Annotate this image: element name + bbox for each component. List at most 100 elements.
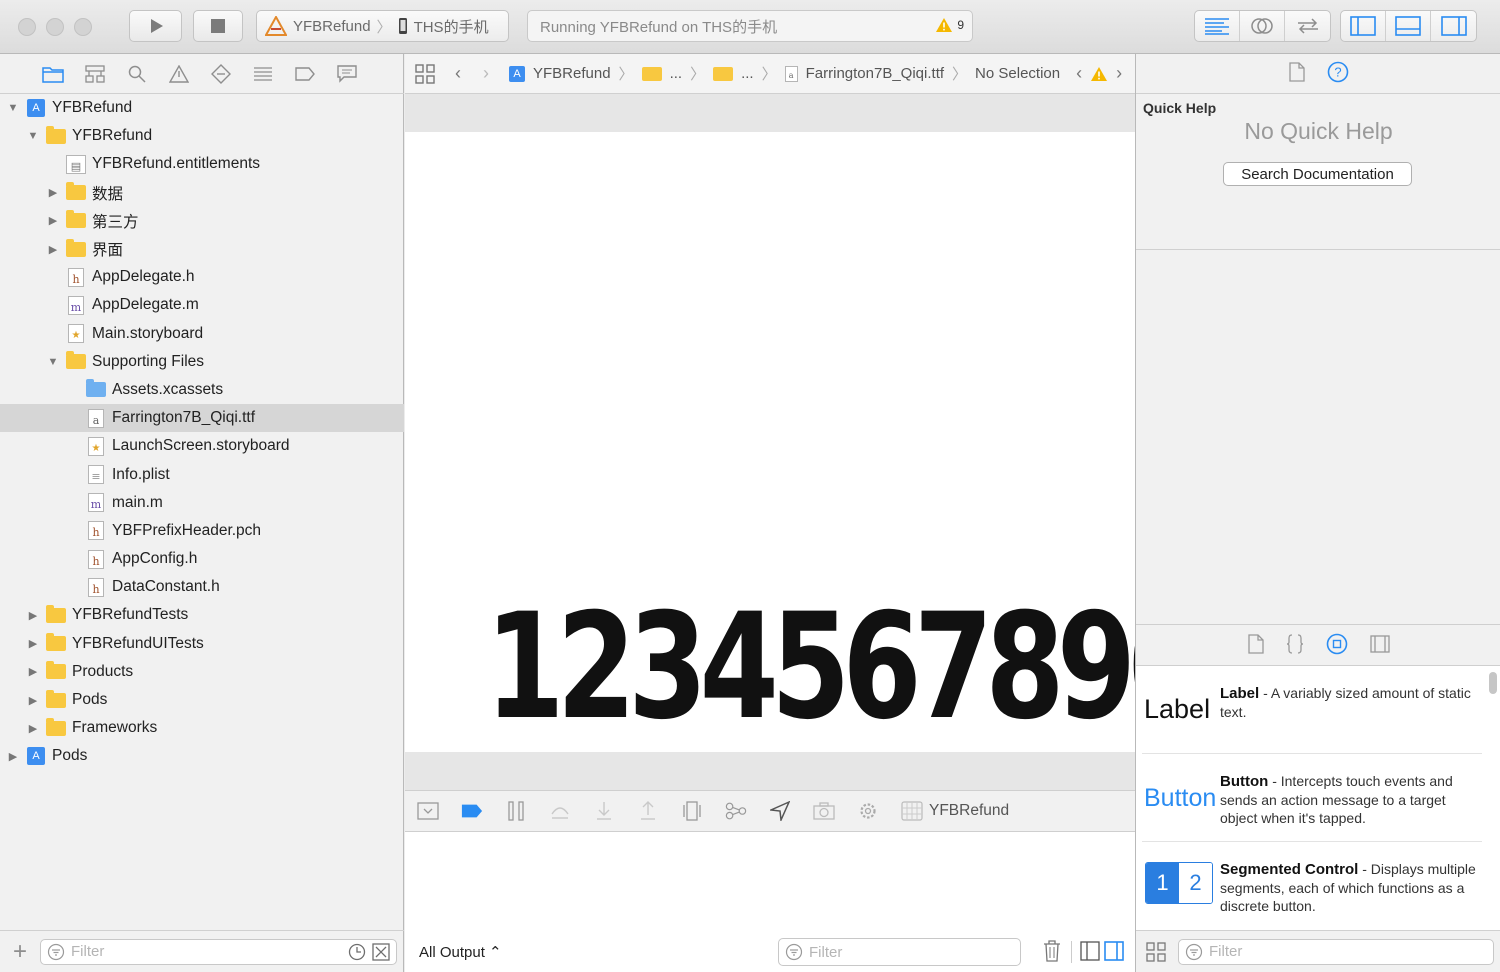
- quick-help-tab[interactable]: ?: [1327, 61, 1349, 86]
- toggle-navigator-button[interactable]: [1341, 11, 1386, 41]
- library-scrollbar[interactable]: [1489, 672, 1497, 694]
- navigator-filter-field[interactable]: Filter: [40, 938, 397, 965]
- disclosure-closed-icon[interactable]: ▶: [46, 243, 60, 256]
- library-item-button[interactable]: Button Button - Intercepts touch events …: [1142, 754, 1482, 842]
- breakpoint-navigator-tab[interactable]: [294, 63, 316, 85]
- tree-row[interactable]: ▶ A Pods: [0, 742, 404, 770]
- grid-view-icon[interactable]: [1146, 941, 1166, 962]
- tree-row[interactable]: m AppDelegate.m: [0, 291, 404, 319]
- show-console-view-icon[interactable]: [1104, 941, 1124, 961]
- tree-row[interactable]: Assets.xcassets: [0, 376, 404, 404]
- tree-row[interactable]: ▶ 第三方: [0, 207, 404, 235]
- recent-files-clock-icon[interactable]: [348, 943, 366, 961]
- output-filter-menu[interactable]: All Output ⌃: [419, 943, 502, 961]
- symbol-navigator-tab[interactable]: [84, 63, 106, 85]
- tree-row[interactable]: ★ LaunchScreen.storyboard: [0, 432, 404, 460]
- crumb-project[interactable]: YFBRefund: [533, 65, 611, 82]
- pause-button[interactable]: [505, 800, 527, 822]
- hide-debug-area-button[interactable]: [417, 800, 439, 822]
- object-library-tab[interactable]: [1326, 633, 1348, 658]
- step-into-button[interactable]: [593, 800, 615, 822]
- disclosure-open-icon[interactable]: ▼: [6, 102, 20, 114]
- standard-editor-button[interactable]: [1195, 11, 1240, 41]
- tree-row[interactable]: h AppConfig.h: [0, 545, 404, 573]
- disclosure-closed-icon[interactable]: ▶: [26, 665, 40, 678]
- tree-row[interactable]: ★ Main.storyboard: [0, 320, 404, 348]
- tree-row[interactable]: h DataConstant.h: [0, 573, 404, 601]
- stop-button[interactable]: [193, 10, 243, 42]
- disclosure-open-icon[interactable]: ▼: [26, 130, 40, 142]
- view-debugger-button[interactable]: [681, 800, 703, 822]
- tree-row[interactable]: ▶ YFBRefundTests: [0, 601, 404, 629]
- add-file-button[interactable]: +: [10, 938, 30, 966]
- disclosure-open-icon[interactable]: ▼: [46, 356, 60, 368]
- prev-issue-chevron-icon[interactable]: ‹: [1076, 63, 1082, 84]
- issue-navigator-tab[interactable]: [168, 63, 190, 85]
- forward-chevron-icon[interactable]: ›: [483, 63, 489, 84]
- tree-row[interactable]: ▶ 界面: [0, 235, 404, 263]
- warning-badge[interactable]: 9: [935, 17, 964, 33]
- memory-graph-button[interactable]: [725, 800, 747, 822]
- step-over-button[interactable]: [549, 800, 571, 822]
- library-item-label[interactable]: Label Label - A variably sized amount of…: [1142, 666, 1482, 754]
- close-window-button[interactable]: [18, 18, 36, 36]
- tree-row[interactable]: ▼ YFBRefund: [0, 122, 404, 150]
- toggle-inspector-button[interactable]: [1431, 11, 1476, 41]
- tree-row[interactable]: ▶ YFBRefundUITests: [0, 630, 404, 658]
- tree-row[interactable]: h YBFPrefixHeader.pch: [0, 517, 404, 545]
- tree-row[interactable]: a Farrington7B_Qiqi.ttf: [0, 404, 404, 433]
- console-filter-field[interactable]: Filter: [778, 938, 1021, 966]
- crumb-ellipsis-1[interactable]: ...: [670, 65, 683, 82]
- tree-row[interactable]: ▶ Frameworks: [0, 714, 404, 742]
- disclosure-closed-icon[interactable]: ▶: [26, 609, 40, 622]
- environment-overrides-button[interactable]: [857, 800, 879, 822]
- disclosure-closed-icon[interactable]: ▶: [26, 722, 40, 735]
- breakpoints-toggle-button[interactable]: [461, 800, 483, 822]
- show-variables-view-icon[interactable]: [1080, 941, 1100, 961]
- issue-warning-icon[interactable]: [1090, 66, 1108, 82]
- disclosure-closed-icon[interactable]: ▶: [26, 637, 40, 650]
- report-navigator-tab[interactable]: [336, 63, 358, 85]
- find-navigator-tab[interactable]: [126, 63, 148, 85]
- tree-row[interactable]: h AppDelegate.h: [0, 263, 404, 291]
- test-navigator-tab[interactable]: [210, 63, 232, 85]
- toggle-debug-area-button[interactable]: [1386, 11, 1431, 41]
- search-documentation-button[interactable]: Search Documentation: [1223, 162, 1412, 186]
- library-item-segmented-control[interactable]: 1 2 Segmented Control - Displays multipl…: [1142, 842, 1482, 930]
- tree-row[interactable]: ▶ Products: [0, 658, 404, 686]
- run-button[interactable]: [129, 10, 182, 42]
- trash-icon[interactable]: [1042, 940, 1062, 962]
- related-items-grid-icon[interactable]: [415, 63, 435, 84]
- scheme-selector[interactable]: YFBRefund 〉 THS的手机: [256, 10, 509, 42]
- disclosure-closed-icon[interactable]: ▶: [46, 214, 60, 227]
- zoom-window-button[interactable]: [74, 18, 92, 36]
- assistant-editor-button[interactable]: [1240, 11, 1285, 41]
- media-library-tab[interactable]: [1369, 634, 1390, 656]
- code-snippet-library-tab[interactable]: [1286, 633, 1304, 657]
- step-out-button[interactable]: [637, 800, 659, 822]
- tree-row[interactable]: m main.m: [0, 489, 404, 517]
- disclosure-closed-icon[interactable]: ▶: [26, 694, 40, 707]
- debug-target-selector[interactable]: YFBRefund: [901, 801, 1009, 821]
- capture-gpu-frame-button[interactable]: [813, 800, 835, 822]
- crumb-file[interactable]: Farrington7B_Qiqi.ttf: [806, 65, 944, 82]
- file-inspector-tab[interactable]: [1288, 62, 1305, 85]
- back-chevron-icon[interactable]: ‹: [455, 63, 461, 84]
- tree-row[interactable]: ▶ 数据: [0, 179, 404, 207]
- tree-row[interactable]: ▶ Pods: [0, 686, 404, 714]
- tree-row[interactable]: ▼ Supporting Files: [0, 348, 404, 376]
- tree-row[interactable]: ≡ Info.plist: [0, 460, 404, 488]
- project-navigator-tab[interactable]: [42, 63, 64, 85]
- disclosure-closed-icon[interactable]: ▶: [46, 186, 60, 199]
- simulate-location-button[interactable]: [769, 800, 791, 822]
- disclosure-closed-icon[interactable]: ▶: [6, 750, 20, 763]
- tree-row[interactable]: ▼ A YFBRefund: [0, 94, 404, 122]
- crumb-selection[interactable]: No Selection: [975, 65, 1060, 82]
- version-editor-button[interactable]: [1285, 11, 1330, 41]
- library-filter-field[interactable]: Filter: [1178, 938, 1494, 965]
- crumb-ellipsis-2[interactable]: ...: [741, 65, 754, 82]
- debug-navigator-tab[interactable]: [252, 63, 274, 85]
- minimize-window-button[interactable]: [46, 18, 64, 36]
- file-template-library-tab[interactable]: [1247, 633, 1264, 657]
- source-control-filter-icon[interactable]: [372, 942, 390, 961]
